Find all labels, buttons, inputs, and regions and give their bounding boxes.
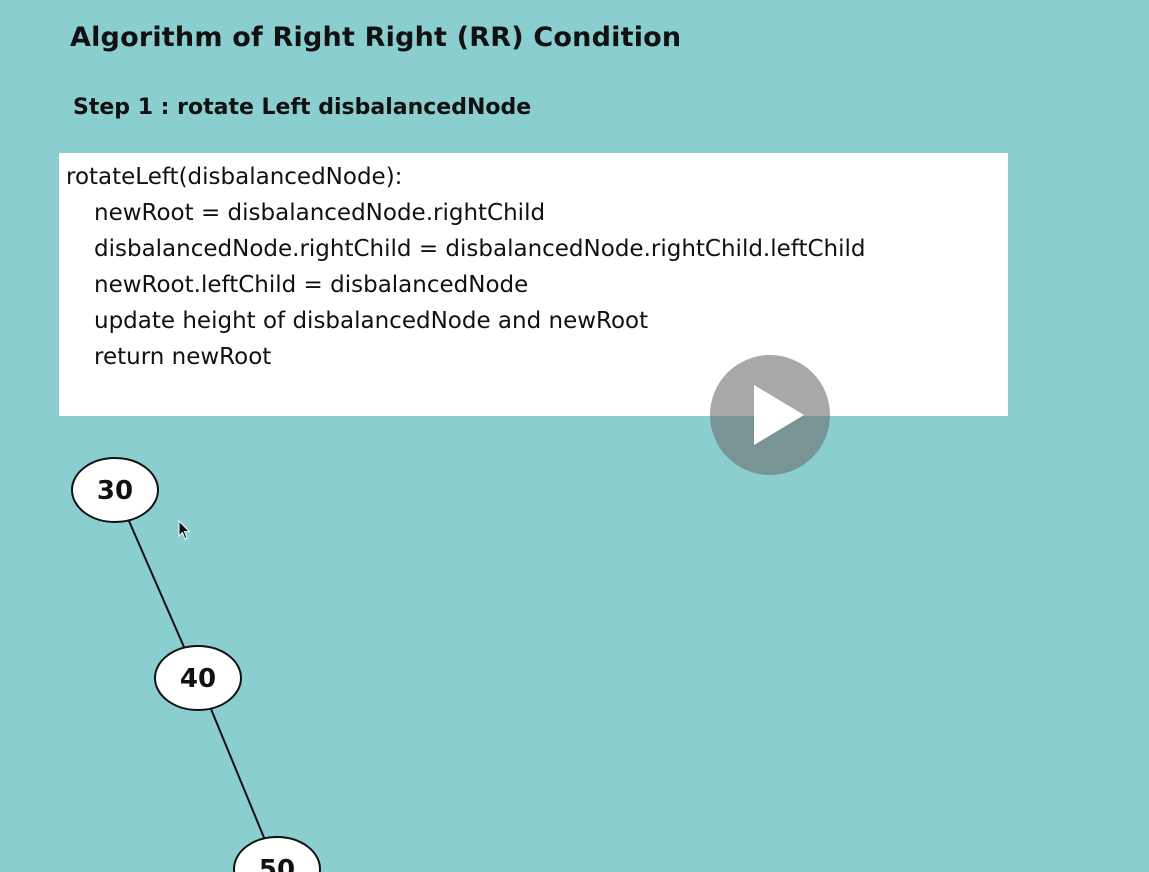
tree-node-50: 50: [233, 836, 321, 872]
tree-node-30: 30: [71, 457, 159, 523]
edge-40-50: [210, 708, 266, 841]
tree-diagram: 30 40 50: [71, 457, 321, 872]
mouse-pointer-icon: [178, 519, 192, 546]
play-icon: [754, 385, 804, 445]
tree-node-40: 40: [154, 645, 242, 711]
edge-30-40: [128, 520, 185, 648]
node-label-40: 40: [180, 664, 216, 694]
node-label-50: 50: [259, 855, 295, 872]
node-label-30: 30: [97, 476, 133, 506]
play-button[interactable]: [710, 355, 830, 475]
video-slide[interactable]: Algorithm of Right Right (RR) Condition …: [0, 0, 1149, 872]
